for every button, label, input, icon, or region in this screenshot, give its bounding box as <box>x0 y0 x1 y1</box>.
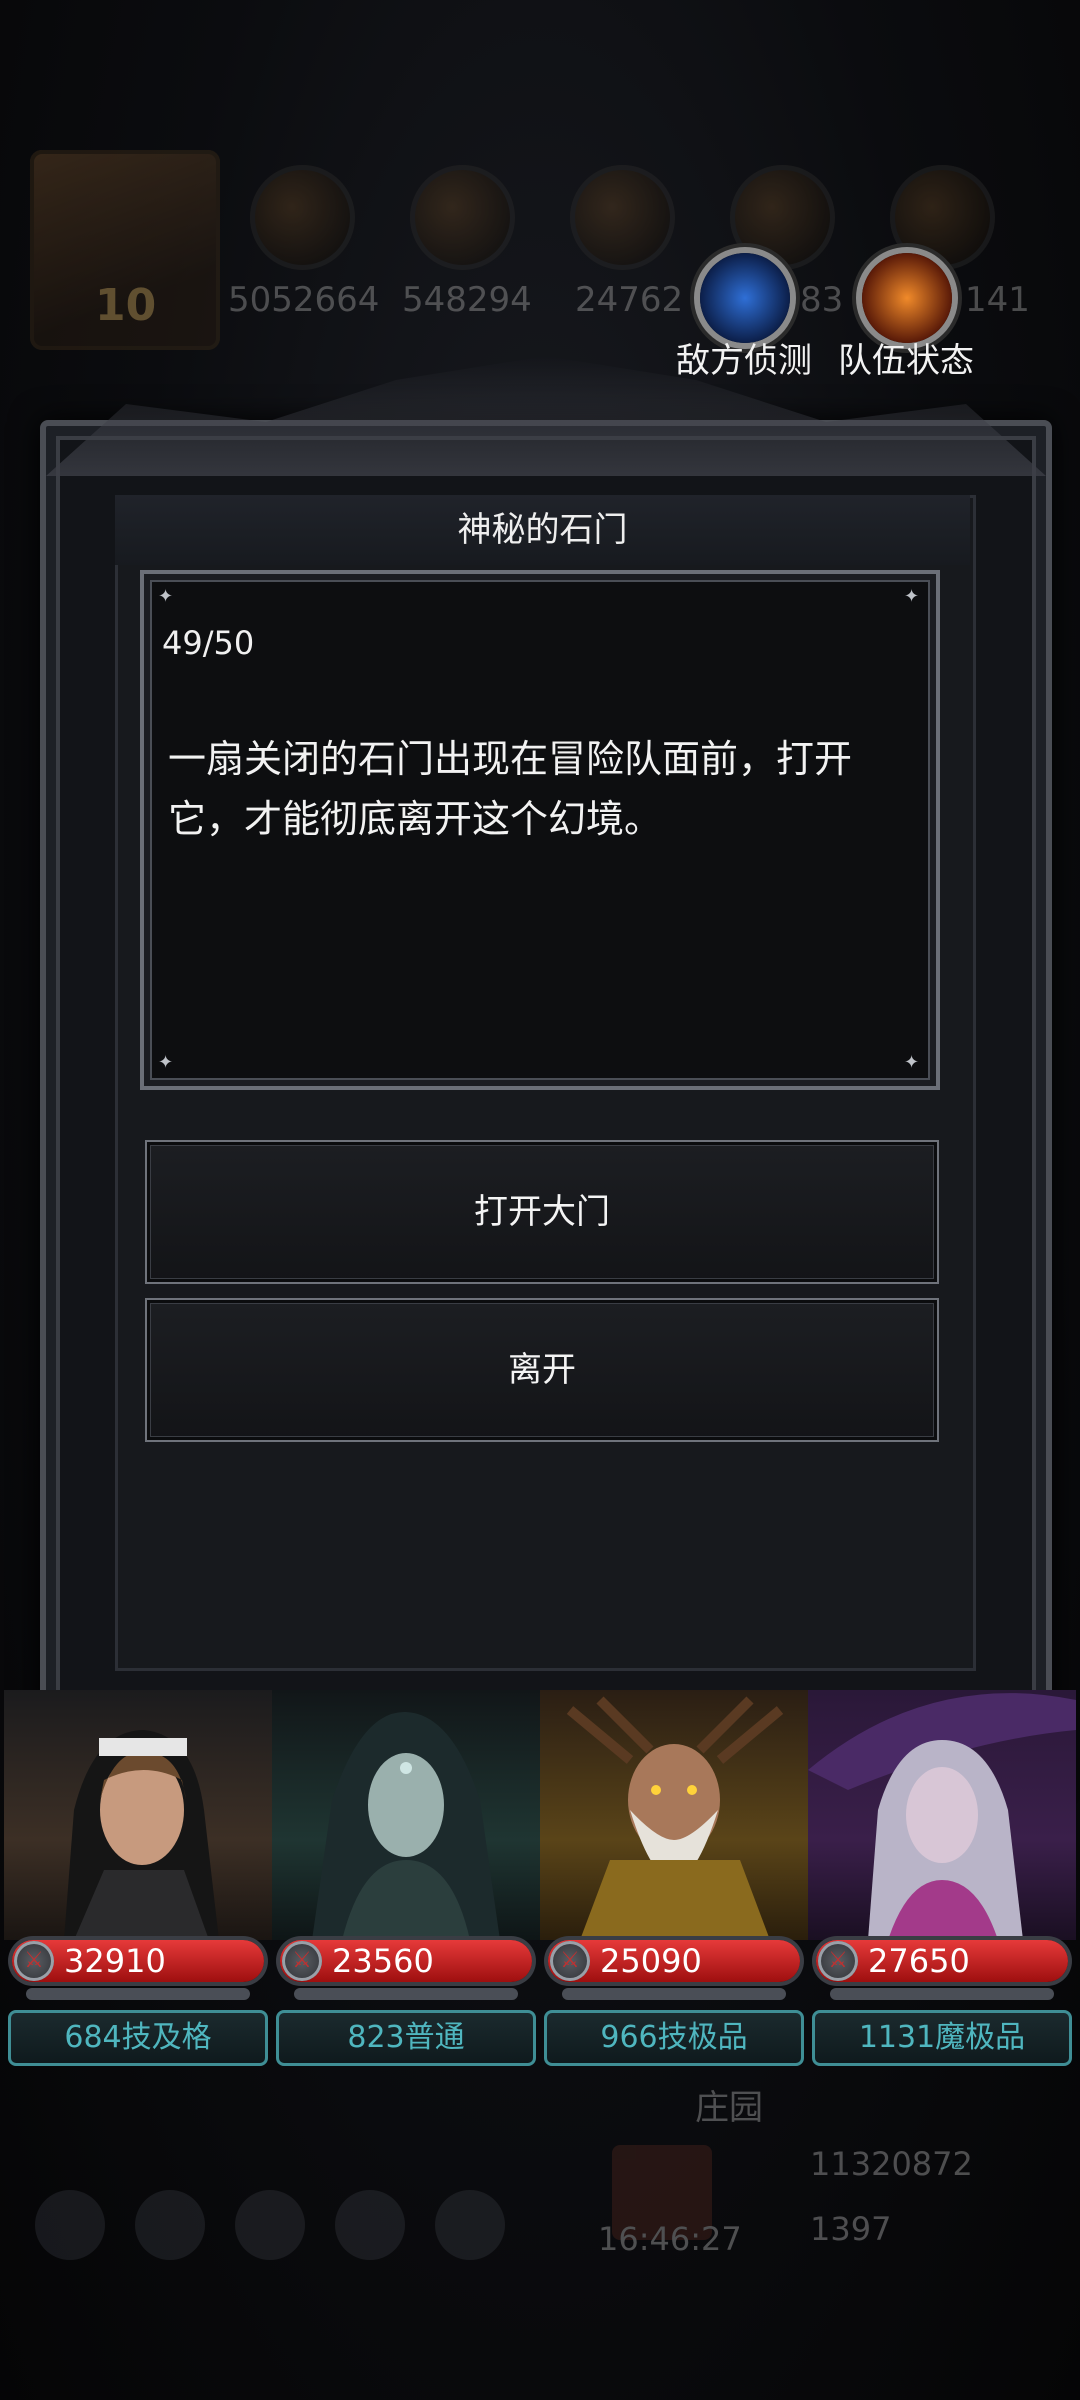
sword-icon: ⚔ <box>550 1941 590 1981</box>
resource-icon-3 <box>570 165 675 270</box>
resource-value-2: 548294 <box>402 280 532 320</box>
hero-portrait <box>540 1690 808 1940</box>
event-counter: 49/50 <box>162 624 255 662</box>
corner-star-icon: ✦ <box>158 1052 174 1073</box>
story-text: 一扇关闭的石门出现在冒险队面前，打开它，才能彻底离开这个幻境。 <box>168 737 853 841</box>
bottom-hud: 庄园 11320872 1397 16:46:27 <box>0 2070 1080 2400</box>
resource-value-4: 83 <box>800 280 844 320</box>
hero-energy-bar <box>294 1988 518 2000</box>
sword-icon: ⚔ <box>282 1941 322 1981</box>
hero-hp-bar: ⚔ 23560 <box>280 1940 532 1982</box>
hero-grade: 684技及格 <box>8 2010 268 2066</box>
dialog-title: 神秘的石门 <box>115 495 970 565</box>
story-textbox: ✦ ✦ ✦ ✦ 49/50 一扇关闭的石门出现在冒险队面前，打开它，才能彻底离开… <box>140 570 940 1090</box>
hero-hp-bar: ⚔ 27650 <box>816 1940 1068 1982</box>
hero-card-4[interactable]: ⚔ 27650 1131魔极品 <box>808 1690 1076 2070</box>
hero-portrait <box>808 1690 1076 1940</box>
corner-star-icon: ✦ <box>158 586 174 607</box>
hero-card-3[interactable]: ⚔ 25090 966技极品 <box>540 1690 808 2070</box>
sword-icon: ⚔ <box>14 1941 54 1981</box>
enemy-scout-label[interactable]: 敌方侦测 <box>676 333 812 382</box>
hero-grade: 1131魔极品 <box>812 2010 1072 2066</box>
menu-icon <box>35 2190 105 2260</box>
menu-icon <box>435 2190 505 2260</box>
open-door-button[interactable]: 打开大门 <box>145 1140 939 1284</box>
sword-icon: ⚔ <box>818 1941 858 1981</box>
hero-grade: 966技极品 <box>544 2010 804 2066</box>
hero-grade: 823普通 <box>276 2010 536 2066</box>
menu-icon <box>135 2190 205 2260</box>
enemy-scout-icon[interactable] <box>700 253 790 343</box>
menu-icon <box>335 2190 405 2260</box>
hero-hp-value: 23560 <box>332 1942 434 1980</box>
team-status-label[interactable]: 队伍状态 <box>838 333 974 382</box>
gold-amount: 11320872 <box>810 2145 973 2183</box>
hero-portrait-art <box>64 1730 219 1940</box>
hero-hp-value: 25090 <box>600 1942 702 1980</box>
hero-energy-bar <box>562 1988 786 2000</box>
resource-value-1: 5052664 <box>228 280 380 320</box>
hero-portrait-art <box>808 1693 1076 1940</box>
hero-energy-bar <box>830 1988 1054 2000</box>
leave-button[interactable]: 离开 <box>145 1298 939 1442</box>
manor-label: 庄园 <box>695 2088 763 2128</box>
hero-portrait <box>4 1690 272 1940</box>
player-level: 10 <box>95 280 157 331</box>
hero-card-2[interactable]: ⚔ 23560 823普通 <box>272 1690 540 2070</box>
hero-energy-bar <box>26 1988 250 2000</box>
hero-portrait-art <box>312 1711 500 1940</box>
resource-icon-2 <box>410 165 515 270</box>
corner-star-icon: ✦ <box>904 1052 920 1073</box>
corner-star-icon: ✦ <box>904 586 920 607</box>
resource-value-5: 141 <box>965 280 1030 320</box>
resource-value-3: 24762 <box>575 280 684 320</box>
clock-text: 16:46:27 <box>598 2220 742 2258</box>
hero-hp-value: 32910 <box>64 1942 166 1980</box>
hero-hp-value: 27650 <box>868 1942 970 1980</box>
gem-amount: 1397 <box>810 2210 892 2248</box>
hero-hp-bar: ⚔ 32910 <box>12 1940 264 1982</box>
hero-hp-bar: ⚔ 25090 <box>548 1940 800 1982</box>
menu-icon <box>235 2190 305 2260</box>
team-status-icon[interactable] <box>862 253 952 343</box>
resource-icon-1 <box>250 165 355 270</box>
hero-card-1[interactable]: ⚔ 32910 684技及格 <box>4 1690 272 2070</box>
hero-portrait <box>272 1690 540 1940</box>
hero-portrait-art <box>566 1696 784 1940</box>
